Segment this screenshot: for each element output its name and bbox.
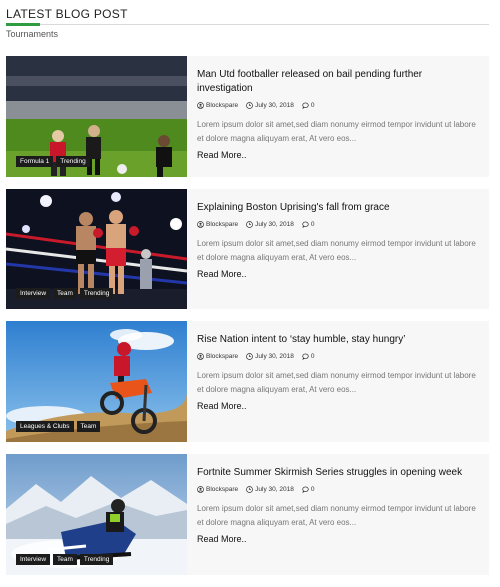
post-meta: Blockspare July 30, 2018 0	[197, 221, 479, 228]
post-card: Leagues & Clubs Team Rise Nation intent …	[6, 321, 489, 442]
post-thumbnail[interactable]: Interview Team Trending	[6, 454, 187, 575]
post-comments[interactable]: 0	[302, 353, 315, 360]
clock-icon	[246, 353, 254, 360]
post-thumbnail[interactable]: Formula 1 Trending	[6, 56, 187, 177]
author-name: Blockspare	[206, 353, 239, 360]
author-name: Blockspare	[206, 486, 239, 493]
post-card: Formula 1 Trending Man Utd footballer re…	[6, 56, 489, 177]
post-content: Explaining Boston Uprising's fall from g…	[187, 189, 489, 309]
post-title[interactable]: Fortnite Summer Skirmish Series struggle…	[197, 466, 479, 480]
comment-count: 0	[310, 221, 315, 228]
post-title[interactable]: Man Utd footballer released on bail pend…	[197, 68, 479, 96]
read-more-link[interactable]: Read More..	[197, 534, 247, 544]
tag[interactable]: Leagues & Clubs	[16, 421, 74, 432]
post-meta: Blockspare July 30, 2018 0	[197, 486, 479, 493]
post-date: July 30, 2018	[246, 102, 294, 109]
tag[interactable]: Interview	[16, 288, 51, 299]
post-card: Interview Team Trending Fortnite Summer …	[6, 454, 489, 575]
tag[interactable]: Trending	[79, 288, 114, 299]
comment-icon	[302, 486, 309, 493]
post-author[interactable]: Blockspare	[197, 221, 238, 228]
post-title[interactable]: Rise Nation intent to ‘stay humble, stay…	[197, 333, 479, 347]
post-thumbnail[interactable]: Interview Team Trending	[6, 189, 187, 309]
comment-icon	[302, 102, 309, 109]
post-card: Interview Team Trending Explaining Bosto…	[6, 189, 489, 309]
post-excerpt: Lorem ipsum dolor sit amet,sed diam nonu…	[197, 120, 476, 143]
post-content: Rise Nation intent to ‘stay humble, stay…	[187, 321, 489, 442]
post-title[interactable]: Explaining Boston Uprising's fall from g…	[197, 201, 479, 215]
tag[interactable]: Trending	[79, 554, 114, 565]
tag[interactable]: Team	[53, 288, 77, 299]
comment-count: 0	[310, 102, 315, 109]
clock-icon	[246, 486, 254, 493]
post-meta: Blockspare July 30, 2018 0	[197, 102, 479, 109]
comment-count: 0	[310, 486, 315, 493]
post-comments[interactable]: 0	[302, 486, 315, 493]
post-thumbnail[interactable]: Leagues & Clubs Team	[6, 321, 187, 442]
post-meta: Blockspare July 30, 2018 0	[197, 353, 479, 360]
section-header: LATEST BLOG POST Tournaments	[6, 6, 489, 39]
post-content: Man Utd footballer released on bail pend…	[187, 56, 489, 177]
post-comments[interactable]: 0	[302, 221, 315, 228]
post-date: July 30, 2018	[246, 353, 294, 360]
post-date: July 30, 2018	[246, 486, 294, 493]
post-list: Formula 1 Trending Man Utd footballer re…	[6, 56, 489, 587]
post-date: July 30, 2018	[246, 221, 294, 228]
tag[interactable]: Formula 1	[16, 156, 54, 167]
post-content: Fortnite Summer Skirmish Series struggle…	[187, 454, 489, 575]
post-excerpt: Lorem ipsum dolor sit amet,sed diam nonu…	[197, 504, 476, 527]
user-circle-icon	[197, 221, 204, 228]
post-author[interactable]: Blockspare	[197, 486, 238, 493]
date-text: July 30, 2018	[255, 353, 294, 360]
date-text: July 30, 2018	[255, 221, 294, 228]
section-title: LATEST BLOG POST	[6, 7, 128, 21]
section-divider	[6, 23, 489, 26]
post-author[interactable]: Blockspare	[197, 353, 238, 360]
comment-icon	[302, 221, 309, 228]
author-name: Blockspare	[206, 102, 239, 109]
comment-count: 0	[310, 353, 315, 360]
tag[interactable]: Interview	[16, 554, 51, 565]
read-more-link[interactable]: Read More..	[197, 150, 247, 160]
post-tags: Formula 1 Trending	[16, 156, 90, 167]
tag[interactable]: Team	[53, 554, 77, 565]
post-comments[interactable]: 0	[302, 102, 315, 109]
post-tags: Leagues & Clubs Team	[16, 421, 101, 432]
user-circle-icon	[197, 353, 204, 360]
user-circle-icon	[197, 102, 204, 109]
read-more-link[interactable]: Read More..	[197, 401, 247, 411]
post-tags: Interview Team Trending	[16, 288, 114, 299]
post-tags: Interview Team Trending	[16, 554, 114, 565]
comment-icon	[302, 353, 309, 360]
post-excerpt: Lorem ipsum dolor sit amet,sed diam nonu…	[197, 239, 476, 262]
tag[interactable]: Team	[76, 421, 101, 432]
date-text: July 30, 2018	[255, 102, 294, 109]
clock-icon	[246, 102, 254, 109]
tag[interactable]: Trending	[56, 156, 90, 167]
read-more-link[interactable]: Read More..	[197, 269, 247, 279]
post-author[interactable]: Blockspare	[197, 102, 238, 109]
date-text: July 30, 2018	[255, 486, 294, 493]
clock-icon	[246, 221, 254, 228]
author-name: Blockspare	[206, 221, 239, 228]
section-subtitle: Tournaments	[6, 29, 59, 39]
post-excerpt: Lorem ipsum dolor sit amet,sed diam nonu…	[197, 371, 476, 394]
user-circle-icon	[197, 486, 204, 493]
